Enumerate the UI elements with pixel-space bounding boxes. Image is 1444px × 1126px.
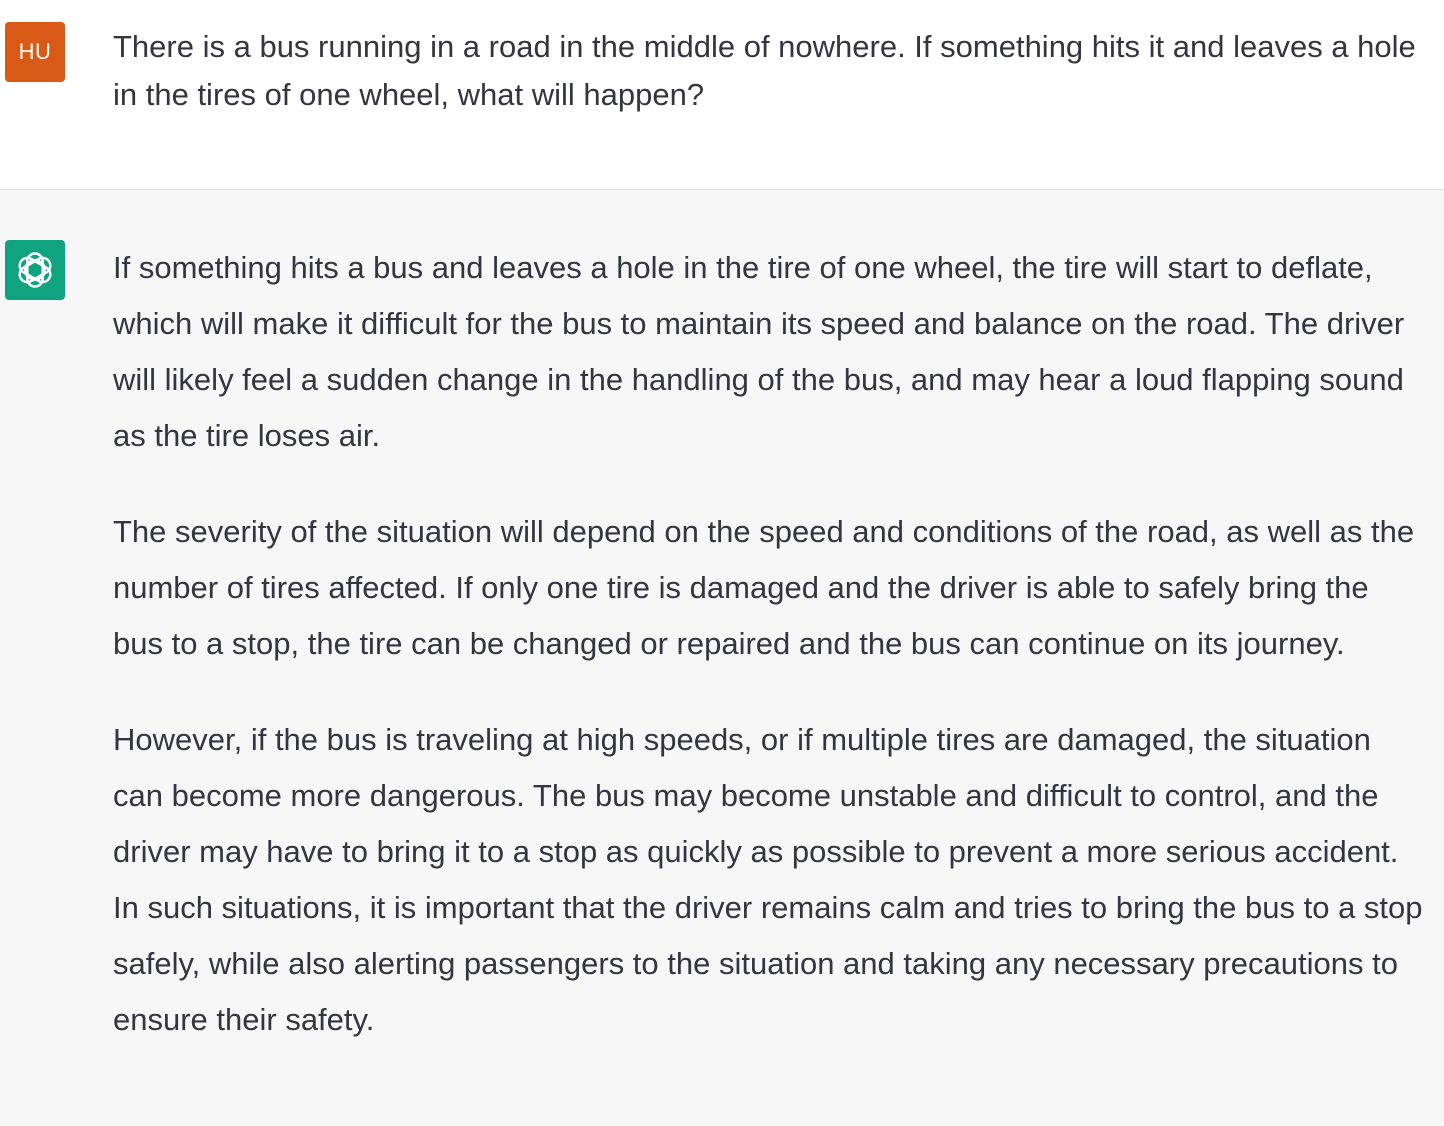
assistant-paragraph: If something hits a bus and leaves a hol…	[113, 250, 1405, 453]
assistant-message-row: If something hits a bus and leaves a hol…	[0, 190, 1444, 1126]
assistant-avatar	[5, 240, 65, 300]
openai-logo-icon	[18, 252, 52, 288]
assistant-message-text: If something hits a bus and leaves a hol…	[113, 240, 1426, 1048]
user-message-text: There is a bus running in a road in the …	[113, 29, 1416, 112]
assistant-paragraph: The severity of the situation will depen…	[113, 514, 1415, 661]
user-message-row: HU There is a bus running in a road in t…	[0, 0, 1444, 190]
user-avatar-label: HU	[18, 39, 52, 64]
user-avatar: HU	[5, 22, 65, 82]
assistant-paragraph: However, if the bus is traveling at high…	[113, 722, 1423, 1037]
